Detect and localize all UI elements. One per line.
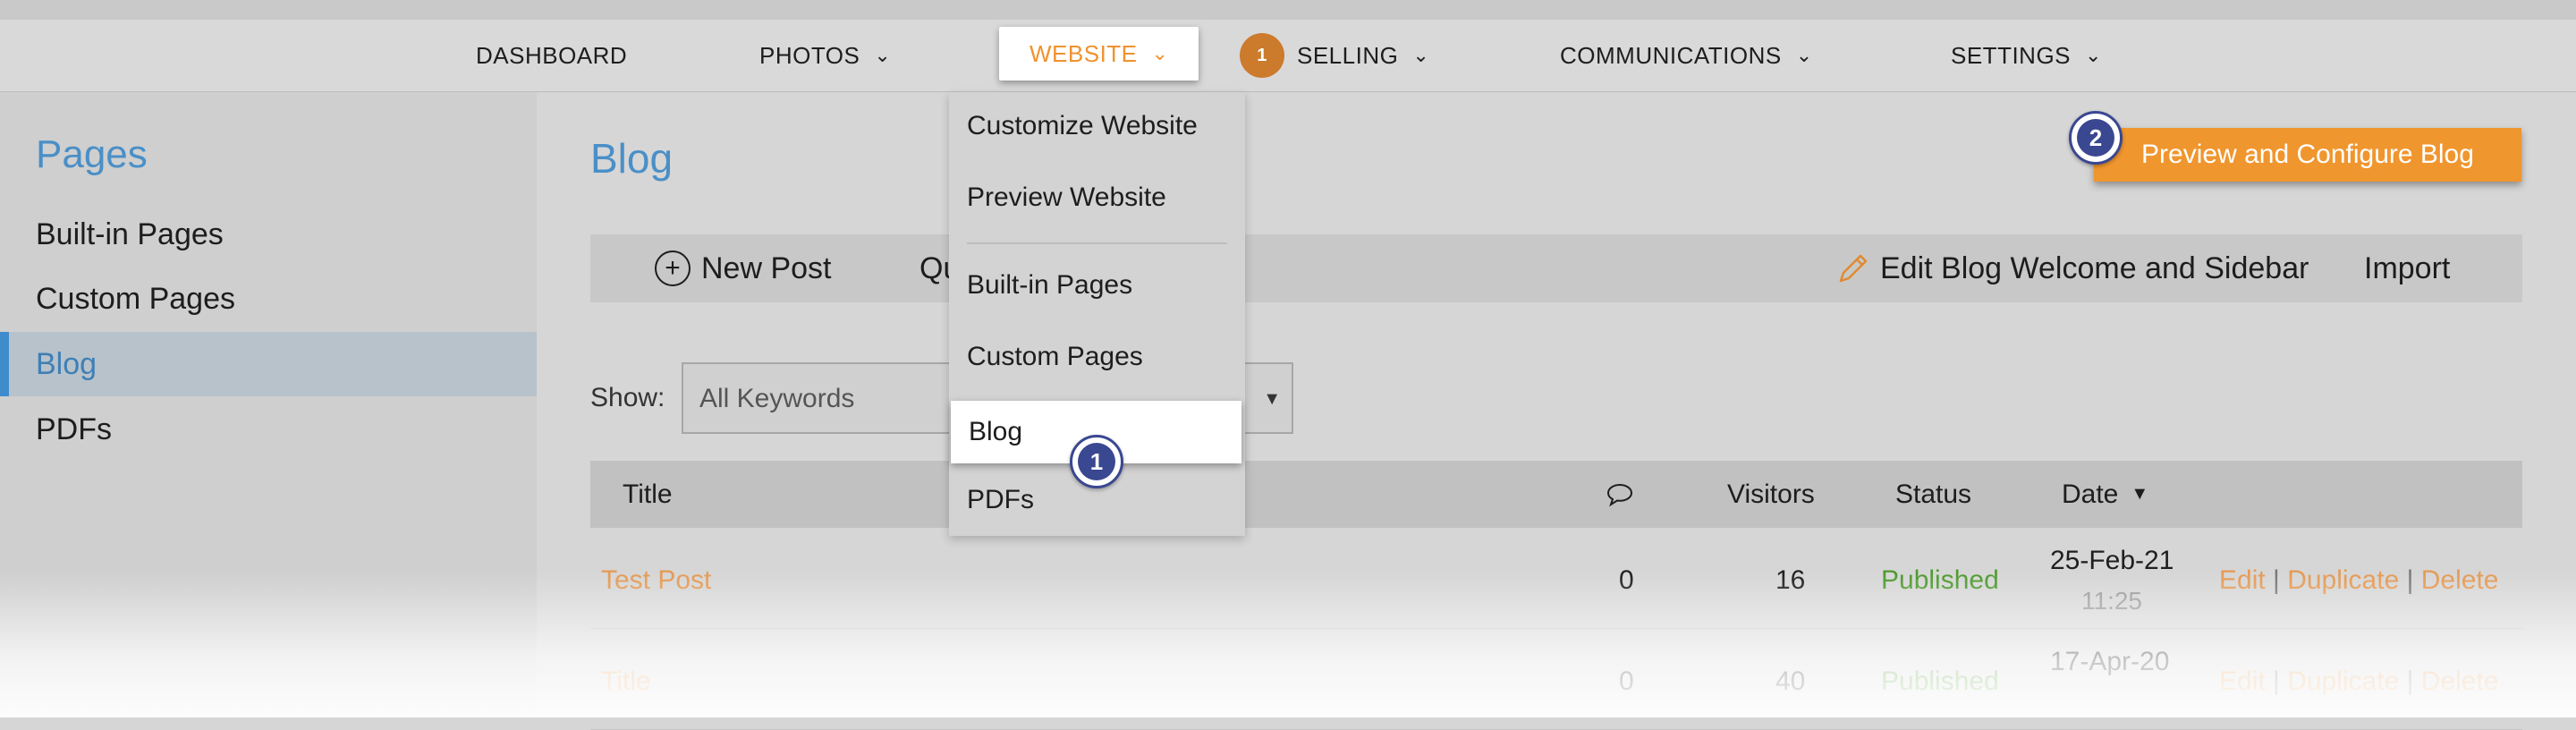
visitor-count: 40 — [1775, 666, 1806, 696]
post-date: 25-Feb-21 — [2050, 546, 2174, 575]
step-marker-2: 2 — [2069, 111, 2123, 165]
separator: | — [2273, 666, 2288, 696]
blog-toolbar: + New Post Qu Edit Blog Welcome and Side… — [590, 234, 2522, 302]
delete-link[interactable]: Delete — [2421, 565, 2499, 595]
separator: | — [2406, 666, 2421, 696]
column-header-date-label: Date — [2062, 479, 2119, 509]
visitor-count: 16 — [1775, 565, 1806, 595]
top-strip — [0, 0, 2576, 20]
sidebar-item-label: Built-in Pages — [36, 216, 224, 251]
menu-divider — [967, 242, 1227, 244]
nav-label: SETTINGS — [1951, 41, 2072, 69]
duplicate-link[interactable]: Duplicate — [2287, 666, 2399, 696]
speech-bubble-icon — [1606, 483, 1633, 506]
nav-photos[interactable]: PHOTOS ⌄ — [759, 20, 891, 91]
filter-label: Show: — [590, 383, 665, 412]
edit-welcome-label: Edit Blog Welcome and Sidebar — [1880, 250, 2309, 285]
menu-item-label: Customize Website — [967, 111, 1198, 140]
table-row: Test Post 0 16 Published 25-Feb-21 11:25… — [590, 528, 2522, 629]
separator: | — [2406, 565, 2421, 595]
nav-selling[interactable]: 1 SELLING ⌄ — [1240, 20, 1429, 91]
menu-item-label: Built-in Pages — [967, 270, 1133, 300]
chevron-down-icon: ⌄ — [2085, 44, 2102, 66]
table-row: Title 0 40 Published 17-Apr-20 Edit | Du… — [590, 629, 2522, 730]
column-header-title[interactable]: Title — [623, 461, 673, 528]
main-nav: DASHBOARD PHOTOS ⌄ WEBSITE ⌄ 1 SELLING ⌄… — [0, 20, 2576, 92]
menu-item-label: Blog — [969, 417, 1023, 446]
menu-item-built-in-pages[interactable]: Built-in Pages — [949, 254, 1245, 317]
comments-column-header — [1605, 461, 1635, 528]
nav-dashboard[interactable]: DASHBOARD — [476, 20, 627, 91]
sidebar-item-label: Custom Pages — [36, 281, 235, 316]
import-label: Import — [2364, 250, 2451, 285]
chevron-down-icon: ⌄ — [1412, 44, 1430, 66]
sidebar-item-blog[interactable]: Blog — [0, 332, 537, 396]
nav-settings[interactable]: SETTINGS ⌄ — [1951, 20, 2102, 91]
chevron-down-icon: ⌄ — [874, 44, 892, 66]
menu-item-label: Custom Pages — [967, 342, 1143, 371]
row-actions: Edit | Duplicate | Delete — [2219, 666, 2498, 697]
post-title-link[interactable]: Title — [601, 666, 651, 697]
step-number: 2 — [2077, 119, 2114, 157]
status-badge: Published — [1881, 666, 1999, 696]
edit-link[interactable]: Edit — [2219, 565, 2266, 595]
status-badge: Published — [1881, 565, 1999, 595]
menu-item-customize-website[interactable]: Customize Website — [949, 95, 1245, 157]
keyword-filter-value: All Keywords — [699, 384, 855, 413]
step-marker-1: 1 — [1070, 435, 1123, 488]
sidebar-item-label: Blog — [36, 346, 97, 381]
edit-link[interactable]: Edit — [2219, 666, 2266, 696]
nav-label: WEBSITE — [1030, 39, 1138, 67]
notification-badge: 1 — [1240, 33, 1284, 78]
row-actions: Edit | Duplicate | Delete — [2219, 565, 2498, 596]
post-time: 11:25 — [2081, 587, 2142, 615]
sidebar-title: Pages — [36, 132, 148, 176]
sort-desc-icon: ▼ — [2131, 484, 2149, 504]
pencil-icon — [1839, 254, 1868, 283]
comment-count: 0 — [1619, 666, 1634, 696]
duplicate-link[interactable]: Duplicate — [2287, 565, 2399, 595]
import-button[interactable]: Import — [2364, 234, 2450, 302]
table-header: Title Visitors Status Date ▼ — [590, 461, 2522, 528]
sidebar-item-built-in-pages[interactable]: Built-in Pages — [0, 202, 537, 267]
nav-website[interactable]: WEBSITE ⌄ — [999, 27, 1199, 81]
separator: | — [2273, 565, 2288, 595]
chevron-down-icon: ⌄ — [1795, 44, 1813, 66]
preview-configure-blog-button[interactable]: Preview and Configure Blog — [2094, 128, 2521, 182]
nav-communications[interactable]: COMMUNICATIONS ⌄ — [1560, 20, 1813, 91]
post-date: 17-Apr-20 — [2050, 647, 2170, 676]
chevron-down-icon: ⌄ — [1151, 42, 1169, 64]
menu-item-label: Preview Website — [967, 182, 1166, 212]
sidebar-item-label: PDFs — [36, 412, 112, 446]
nav-label: DASHBOARD — [476, 41, 628, 69]
delete-link[interactable]: Delete — [2421, 666, 2499, 696]
comment-count: 0 — [1619, 565, 1634, 595]
nav-label: PHOTOS — [759, 41, 860, 69]
menu-item-preview-website[interactable]: Preview Website — [949, 166, 1245, 229]
sidebar-item-pdfs[interactable]: PDFs — [0, 397, 537, 462]
page-title: Blog — [590, 135, 674, 182]
column-header-date[interactable]: Date ▼ — [2062, 461, 2148, 528]
edit-welcome-sidebar-button[interactable]: Edit Blog Welcome and Sidebar — [1835, 234, 2309, 302]
column-header-status[interactable]: Status — [1895, 461, 1971, 528]
sidebar-item-custom-pages[interactable]: Custom Pages — [0, 267, 537, 331]
step-number: 1 — [1078, 443, 1115, 480]
menu-item-label: PDFs — [967, 485, 1034, 514]
menu-item-custom-pages[interactable]: Custom Pages — [949, 326, 1245, 388]
plus-circle-icon: + — [655, 250, 691, 286]
nav-label: COMMUNICATIONS — [1560, 41, 1782, 69]
new-post-button[interactable]: + New Post — [655, 234, 832, 302]
column-header-visitors[interactable]: Visitors — [1727, 461, 1815, 528]
nav-label: SELLING — [1297, 41, 1399, 69]
post-title-link[interactable]: Test Post — [601, 565, 711, 596]
new-post-label: New Post — [701, 250, 832, 285]
caret-down-icon: ▼ — [1263, 389, 1281, 409]
